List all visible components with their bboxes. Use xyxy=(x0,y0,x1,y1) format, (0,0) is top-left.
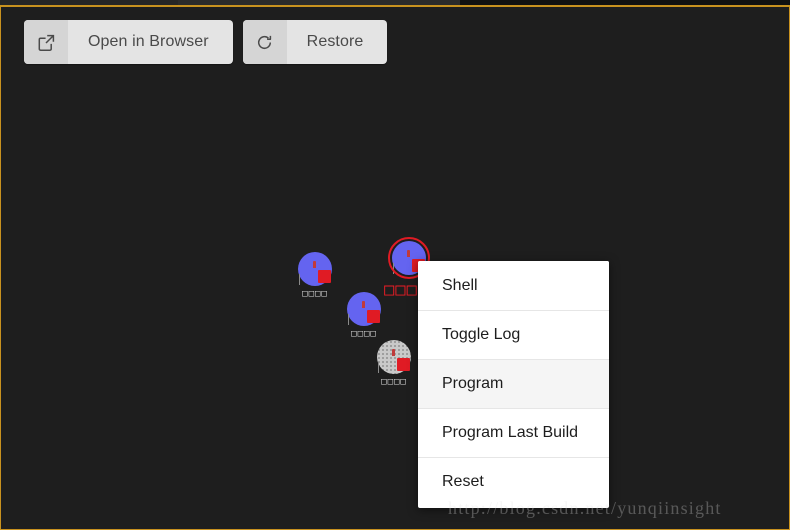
open-in-browser-label: Open in Browser xyxy=(88,33,209,50)
restore-button[interactable]: Restore xyxy=(242,20,388,64)
context-menu-item-label: Shell xyxy=(442,276,478,294)
context-menu-item-program-last-build[interactable]: Program Last Build xyxy=(418,408,609,457)
node-pin-icon xyxy=(392,349,395,356)
chrome-segment-left xyxy=(0,0,178,5)
context-menu-item-label: Toggle Log xyxy=(442,326,521,343)
node-pin-icon xyxy=(313,261,316,268)
node-label: □□□□ xyxy=(381,377,407,387)
canvas-node[interactable]: □□□□ xyxy=(298,252,332,300)
open-in-browser-button[interactable]: Open in Browser xyxy=(24,20,233,64)
node-bubble-icon xyxy=(377,340,411,374)
context-menu-item-label: Reset xyxy=(442,473,484,490)
window-chrome-strip xyxy=(0,0,790,5)
node-label: □□□□ xyxy=(302,289,328,299)
refresh-icon xyxy=(242,20,287,64)
node-chip-icon xyxy=(318,270,331,283)
toolbar: Open in Browser Restore xyxy=(24,20,388,64)
context-menu-item-label: Program Last Build xyxy=(442,424,579,441)
node-pin-icon xyxy=(362,301,365,308)
node-chip-icon xyxy=(367,310,380,323)
restore-label: Restore xyxy=(306,33,364,50)
chrome-segment-middle xyxy=(178,0,460,5)
context-menu-item-label: Program xyxy=(442,375,504,392)
external-link-icon xyxy=(24,20,68,64)
node-stem xyxy=(348,314,349,325)
node-bubble-icon xyxy=(298,252,332,286)
node-chip-icon xyxy=(397,358,410,371)
node-canvas[interactable]: □□□□ □□□□ □□□□ □□□ xyxy=(1,7,789,529)
context-menu-item-reset[interactable]: Reset xyxy=(418,457,609,506)
app-window: □□□□ □□□□ □□□□ □□□ Open in Browser Restore xyxy=(0,0,790,530)
canvas-node[interactable]: □□□□ xyxy=(377,340,411,388)
context-menu-item-toggle-log[interactable]: Toggle Log xyxy=(418,310,609,359)
context-menu-item-program[interactable]: Program xyxy=(418,359,609,408)
node-stem xyxy=(299,274,300,285)
context-menu[interactable]: Shell Toggle Log Program Program Last Build… xyxy=(418,261,609,508)
chrome-segment-right xyxy=(460,0,790,5)
context-menu-item-shell[interactable]: Shell xyxy=(418,261,609,310)
node-label: □□□□ xyxy=(351,329,377,339)
node-stem xyxy=(378,362,379,373)
